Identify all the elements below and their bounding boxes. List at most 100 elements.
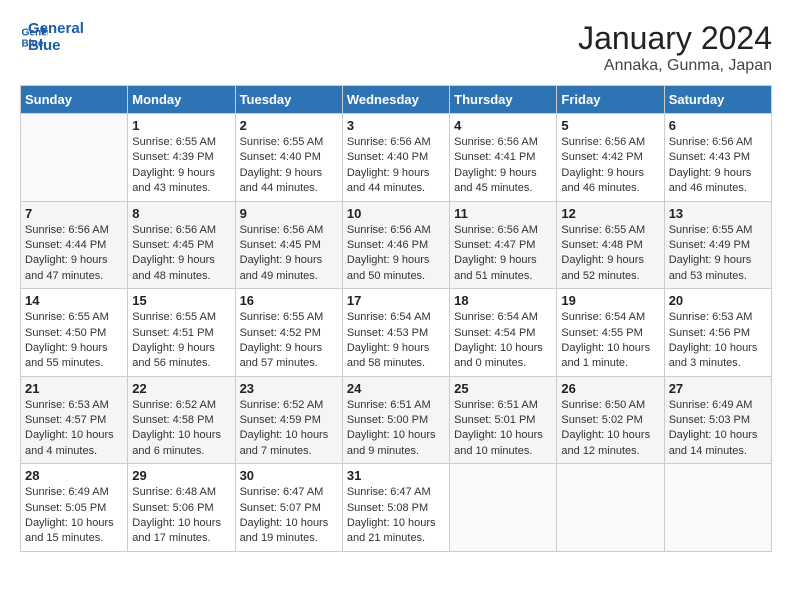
day-number: 23 <box>240 381 338 396</box>
calendar-cell: 20 Sunrise: 6:53 AM Sunset: 4:56 PM Dayli… <box>664 289 771 377</box>
calendar-cell: 1 Sunrise: 6:55 AM Sunset: 4:39 PM Daylig… <box>128 114 235 202</box>
day-number: 25 <box>454 381 552 396</box>
calendar-week-row: 14 Sunrise: 6:55 AM Sunset: 4:50 PM Dayli… <box>21 289 772 377</box>
calendar-cell: 23 Sunrise: 6:52 AM Sunset: 4:59 PM Dayli… <box>235 376 342 464</box>
logo-blue: Blue <box>28 37 84 54</box>
column-header-monday: Monday <box>128 86 235 114</box>
day-info: Sunrise: 6:56 AM Sunset: 4:43 PM Dayligh… <box>669 135 767 197</box>
day-info: Sunrise: 6:54 AM Sunset: 4:53 PM Dayligh… <box>347 310 445 372</box>
day-number: 7 <box>25 206 123 221</box>
day-info: Sunrise: 6:53 AM Sunset: 4:56 PM Dayligh… <box>669 310 767 372</box>
day-number: 1 <box>132 118 230 133</box>
day-number: 31 <box>347 468 445 483</box>
day-info: Sunrise: 6:56 AM Sunset: 4:45 PM Dayligh… <box>132 223 230 285</box>
day-info: Sunrise: 6:52 AM Sunset: 4:59 PM Dayligh… <box>240 398 338 460</box>
calendar-cell <box>664 464 771 552</box>
calendar-cell: 31 Sunrise: 6:47 AM Sunset: 5:08 PM Dayli… <box>342 464 449 552</box>
calendar-cell: 6 Sunrise: 6:56 AM Sunset: 4:43 PM Daylig… <box>664 114 771 202</box>
day-number: 24 <box>347 381 445 396</box>
day-number: 14 <box>25 293 123 308</box>
day-info: Sunrise: 6:56 AM Sunset: 4:40 PM Dayligh… <box>347 135 445 197</box>
calendar-cell: 13 Sunrise: 6:55 AM Sunset: 4:49 PM Dayli… <box>664 201 771 289</box>
day-info: Sunrise: 6:55 AM Sunset: 4:50 PM Dayligh… <box>25 310 123 372</box>
calendar-cell: 24 Sunrise: 6:51 AM Sunset: 5:00 PM Dayli… <box>342 376 449 464</box>
calendar-cell: 10 Sunrise: 6:56 AM Sunset: 4:46 PM Dayli… <box>342 201 449 289</box>
day-info: Sunrise: 6:55 AM Sunset: 4:39 PM Dayligh… <box>132 135 230 197</box>
day-info: Sunrise: 6:56 AM Sunset: 4:44 PM Dayligh… <box>25 223 123 285</box>
day-number: 12 <box>561 206 659 221</box>
column-header-wednesday: Wednesday <box>342 86 449 114</box>
day-number: 8 <box>132 206 230 221</box>
day-number: 15 <box>132 293 230 308</box>
day-info: Sunrise: 6:49 AM Sunset: 5:03 PM Dayligh… <box>669 398 767 460</box>
day-number: 6 <box>669 118 767 133</box>
calendar-cell <box>557 464 664 552</box>
day-info: Sunrise: 6:52 AM Sunset: 4:58 PM Dayligh… <box>132 398 230 460</box>
calendar-table: SundayMondayTuesdayWednesdayThursdayFrid… <box>20 85 772 552</box>
day-info: Sunrise: 6:55 AM Sunset: 4:40 PM Dayligh… <box>240 135 338 197</box>
calendar-body: 1 Sunrise: 6:55 AM Sunset: 4:39 PM Daylig… <box>21 114 772 552</box>
day-info: Sunrise: 6:56 AM Sunset: 4:46 PM Dayligh… <box>347 223 445 285</box>
column-header-saturday: Saturday <box>664 86 771 114</box>
calendar-cell: 9 Sunrise: 6:56 AM Sunset: 4:45 PM Daylig… <box>235 201 342 289</box>
calendar-cell: 28 Sunrise: 6:49 AM Sunset: 5:05 PM Dayli… <box>21 464 128 552</box>
calendar-cell: 11 Sunrise: 6:56 AM Sunset: 4:47 PM Dayli… <box>450 201 557 289</box>
day-info: Sunrise: 6:53 AM Sunset: 4:57 PM Dayligh… <box>25 398 123 460</box>
day-info: Sunrise: 6:49 AM Sunset: 5:05 PM Dayligh… <box>25 485 123 547</box>
day-number: 18 <box>454 293 552 308</box>
day-number: 19 <box>561 293 659 308</box>
page-header: General Blue General Blue January 2024 A… <box>20 20 772 75</box>
day-number: 28 <box>25 468 123 483</box>
calendar-cell: 2 Sunrise: 6:55 AM Sunset: 4:40 PM Daylig… <box>235 114 342 202</box>
day-info: Sunrise: 6:50 AM Sunset: 5:02 PM Dayligh… <box>561 398 659 460</box>
calendar-week-row: 28 Sunrise: 6:49 AM Sunset: 5:05 PM Dayli… <box>21 464 772 552</box>
day-info: Sunrise: 6:47 AM Sunset: 5:08 PM Dayligh… <box>347 485 445 547</box>
calendar-cell: 12 Sunrise: 6:55 AM Sunset: 4:48 PM Dayli… <box>557 201 664 289</box>
calendar-cell <box>450 464 557 552</box>
day-info: Sunrise: 6:56 AM Sunset: 4:47 PM Dayligh… <box>454 223 552 285</box>
day-number: 11 <box>454 206 552 221</box>
calendar-cell: 8 Sunrise: 6:56 AM Sunset: 4:45 PM Daylig… <box>128 201 235 289</box>
day-number: 27 <box>669 381 767 396</box>
logo-general: General <box>28 20 84 37</box>
day-info: Sunrise: 6:51 AM Sunset: 5:00 PM Dayligh… <box>347 398 445 460</box>
day-number: 9 <box>240 206 338 221</box>
day-number: 21 <box>25 381 123 396</box>
calendar-cell: 29Sunrise: 6:48 AM Sunset: 5:06 PM Dayli… <box>128 464 235 552</box>
day-info: Sunrise: 6:55 AM Sunset: 4:49 PM Dayligh… <box>669 223 767 285</box>
day-number: 13 <box>669 206 767 221</box>
calendar-cell: 18 Sunrise: 6:54 AM Sunset: 4:54 PM Dayli… <box>450 289 557 377</box>
calendar-cell: 21 Sunrise: 6:53 AM Sunset: 4:57 PM Dayli… <box>21 376 128 464</box>
day-info: Sunrise: 6:54 AM Sunset: 4:54 PM Dayligh… <box>454 310 552 372</box>
day-info: Sunrise: 6:51 AM Sunset: 5:01 PM Dayligh… <box>454 398 552 460</box>
day-info: Sunrise: 6:55 AM Sunset: 4:52 PM Dayligh… <box>240 310 338 372</box>
day-info: Sunrise: 6:54 AM Sunset: 4:55 PM Dayligh… <box>561 310 659 372</box>
day-info: Sunrise: 6:55 AM Sunset: 4:48 PM Dayligh… <box>561 223 659 285</box>
column-header-sunday: Sunday <box>21 86 128 114</box>
day-number: 10 <box>347 206 445 221</box>
day-number: 3 <box>347 118 445 133</box>
calendar-cell: 22 Sunrise: 6:52 AM Sunset: 4:58 PM Dayli… <box>128 376 235 464</box>
calendar-week-row: 7 Sunrise: 6:56 AM Sunset: 4:44 PM Daylig… <box>21 201 772 289</box>
day-info: Sunrise: 6:47 AM Sunset: 5:07 PM Dayligh… <box>240 485 338 547</box>
calendar-cell: 19 Sunrise: 6:54 AM Sunset: 4:55 PM Dayli… <box>557 289 664 377</box>
day-number: 4 <box>454 118 552 133</box>
day-info: Sunrise: 6:56 AM Sunset: 4:45 PM Dayligh… <box>240 223 338 285</box>
day-number: 30 <box>240 468 338 483</box>
day-number: 22 <box>132 381 230 396</box>
calendar-week-row: 1 Sunrise: 6:55 AM Sunset: 4:39 PM Daylig… <box>21 114 772 202</box>
day-number: 2 <box>240 118 338 133</box>
day-number: 29 <box>132 468 230 483</box>
column-header-friday: Friday <box>557 86 664 114</box>
day-number: 20 <box>669 293 767 308</box>
calendar-cell: 27 Sunrise: 6:49 AM Sunset: 5:03 PM Dayli… <box>664 376 771 464</box>
calendar-header-row: SundayMondayTuesdayWednesdayThursdayFrid… <box>21 86 772 114</box>
calendar-cell: 7 Sunrise: 6:56 AM Sunset: 4:44 PM Daylig… <box>21 201 128 289</box>
title-block: January 2024 Annaka, Gunma, Japan <box>578 20 772 75</box>
calendar-cell: 16Sunrise: 6:55 AM Sunset: 4:52 PM Dayli… <box>235 289 342 377</box>
calendar-cell: 4Sunrise: 6:56 AM Sunset: 4:41 PM Daylig… <box>450 114 557 202</box>
calendar-cell: 5Sunrise: 6:56 AM Sunset: 4:42 PM Daylig… <box>557 114 664 202</box>
calendar-subtitle: Annaka, Gunma, Japan <box>578 57 772 75</box>
calendar-cell: 14 Sunrise: 6:55 AM Sunset: 4:50 PM Dayli… <box>21 289 128 377</box>
calendar-cell: 25 Sunrise: 6:51 AM Sunset: 5:01 PM Dayli… <box>450 376 557 464</box>
